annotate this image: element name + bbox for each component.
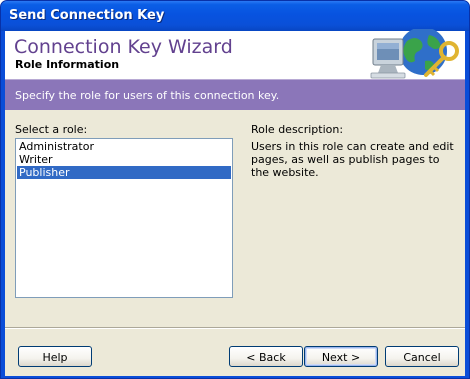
role-option-writer[interactable]: Writer <box>17 153 231 166</box>
back-button[interactable]: < Back <box>229 346 303 367</box>
role-option-publisher[interactable]: Publisher <box>17 166 231 179</box>
button-separator <box>5 327 465 329</box>
role-description-label: Role description: <box>251 123 344 136</box>
wizard-window: Send Connection Key Connection Key Wizar… <box>0 0 470 379</box>
instruction-band: Specify the role for users of this conne… <box>5 79 465 110</box>
instruction-text: Specify the role for users of this conne… <box>15 89 280 102</box>
role-option-administrator[interactable]: Administrator <box>17 140 231 153</box>
title-bar[interactable]: Send Connection Key <box>1 1 469 31</box>
wizard-subtitle: Role Information <box>15 58 120 71</box>
help-button[interactable]: Help <box>18 346 92 367</box>
role-list-label: Select a role: <box>15 123 88 136</box>
next-button[interactable]: Next > <box>304 346 378 367</box>
cancel-button[interactable]: Cancel <box>385 346 459 367</box>
window-title: Send Connection Key <box>9 8 165 23</box>
role-listbox[interactable]: Administrator Writer Publisher <box>15 138 233 298</box>
wizard-title: Connection Key Wizard <box>14 36 233 58</box>
computer-globe-key-icon <box>370 29 459 79</box>
dialog-body: Connection Key Wizard Role Information S… <box>5 29 465 376</box>
role-description-text: Users in this role can create and edit p… <box>251 140 454 179</box>
wizard-header: Connection Key Wizard Role Information <box>5 29 465 79</box>
